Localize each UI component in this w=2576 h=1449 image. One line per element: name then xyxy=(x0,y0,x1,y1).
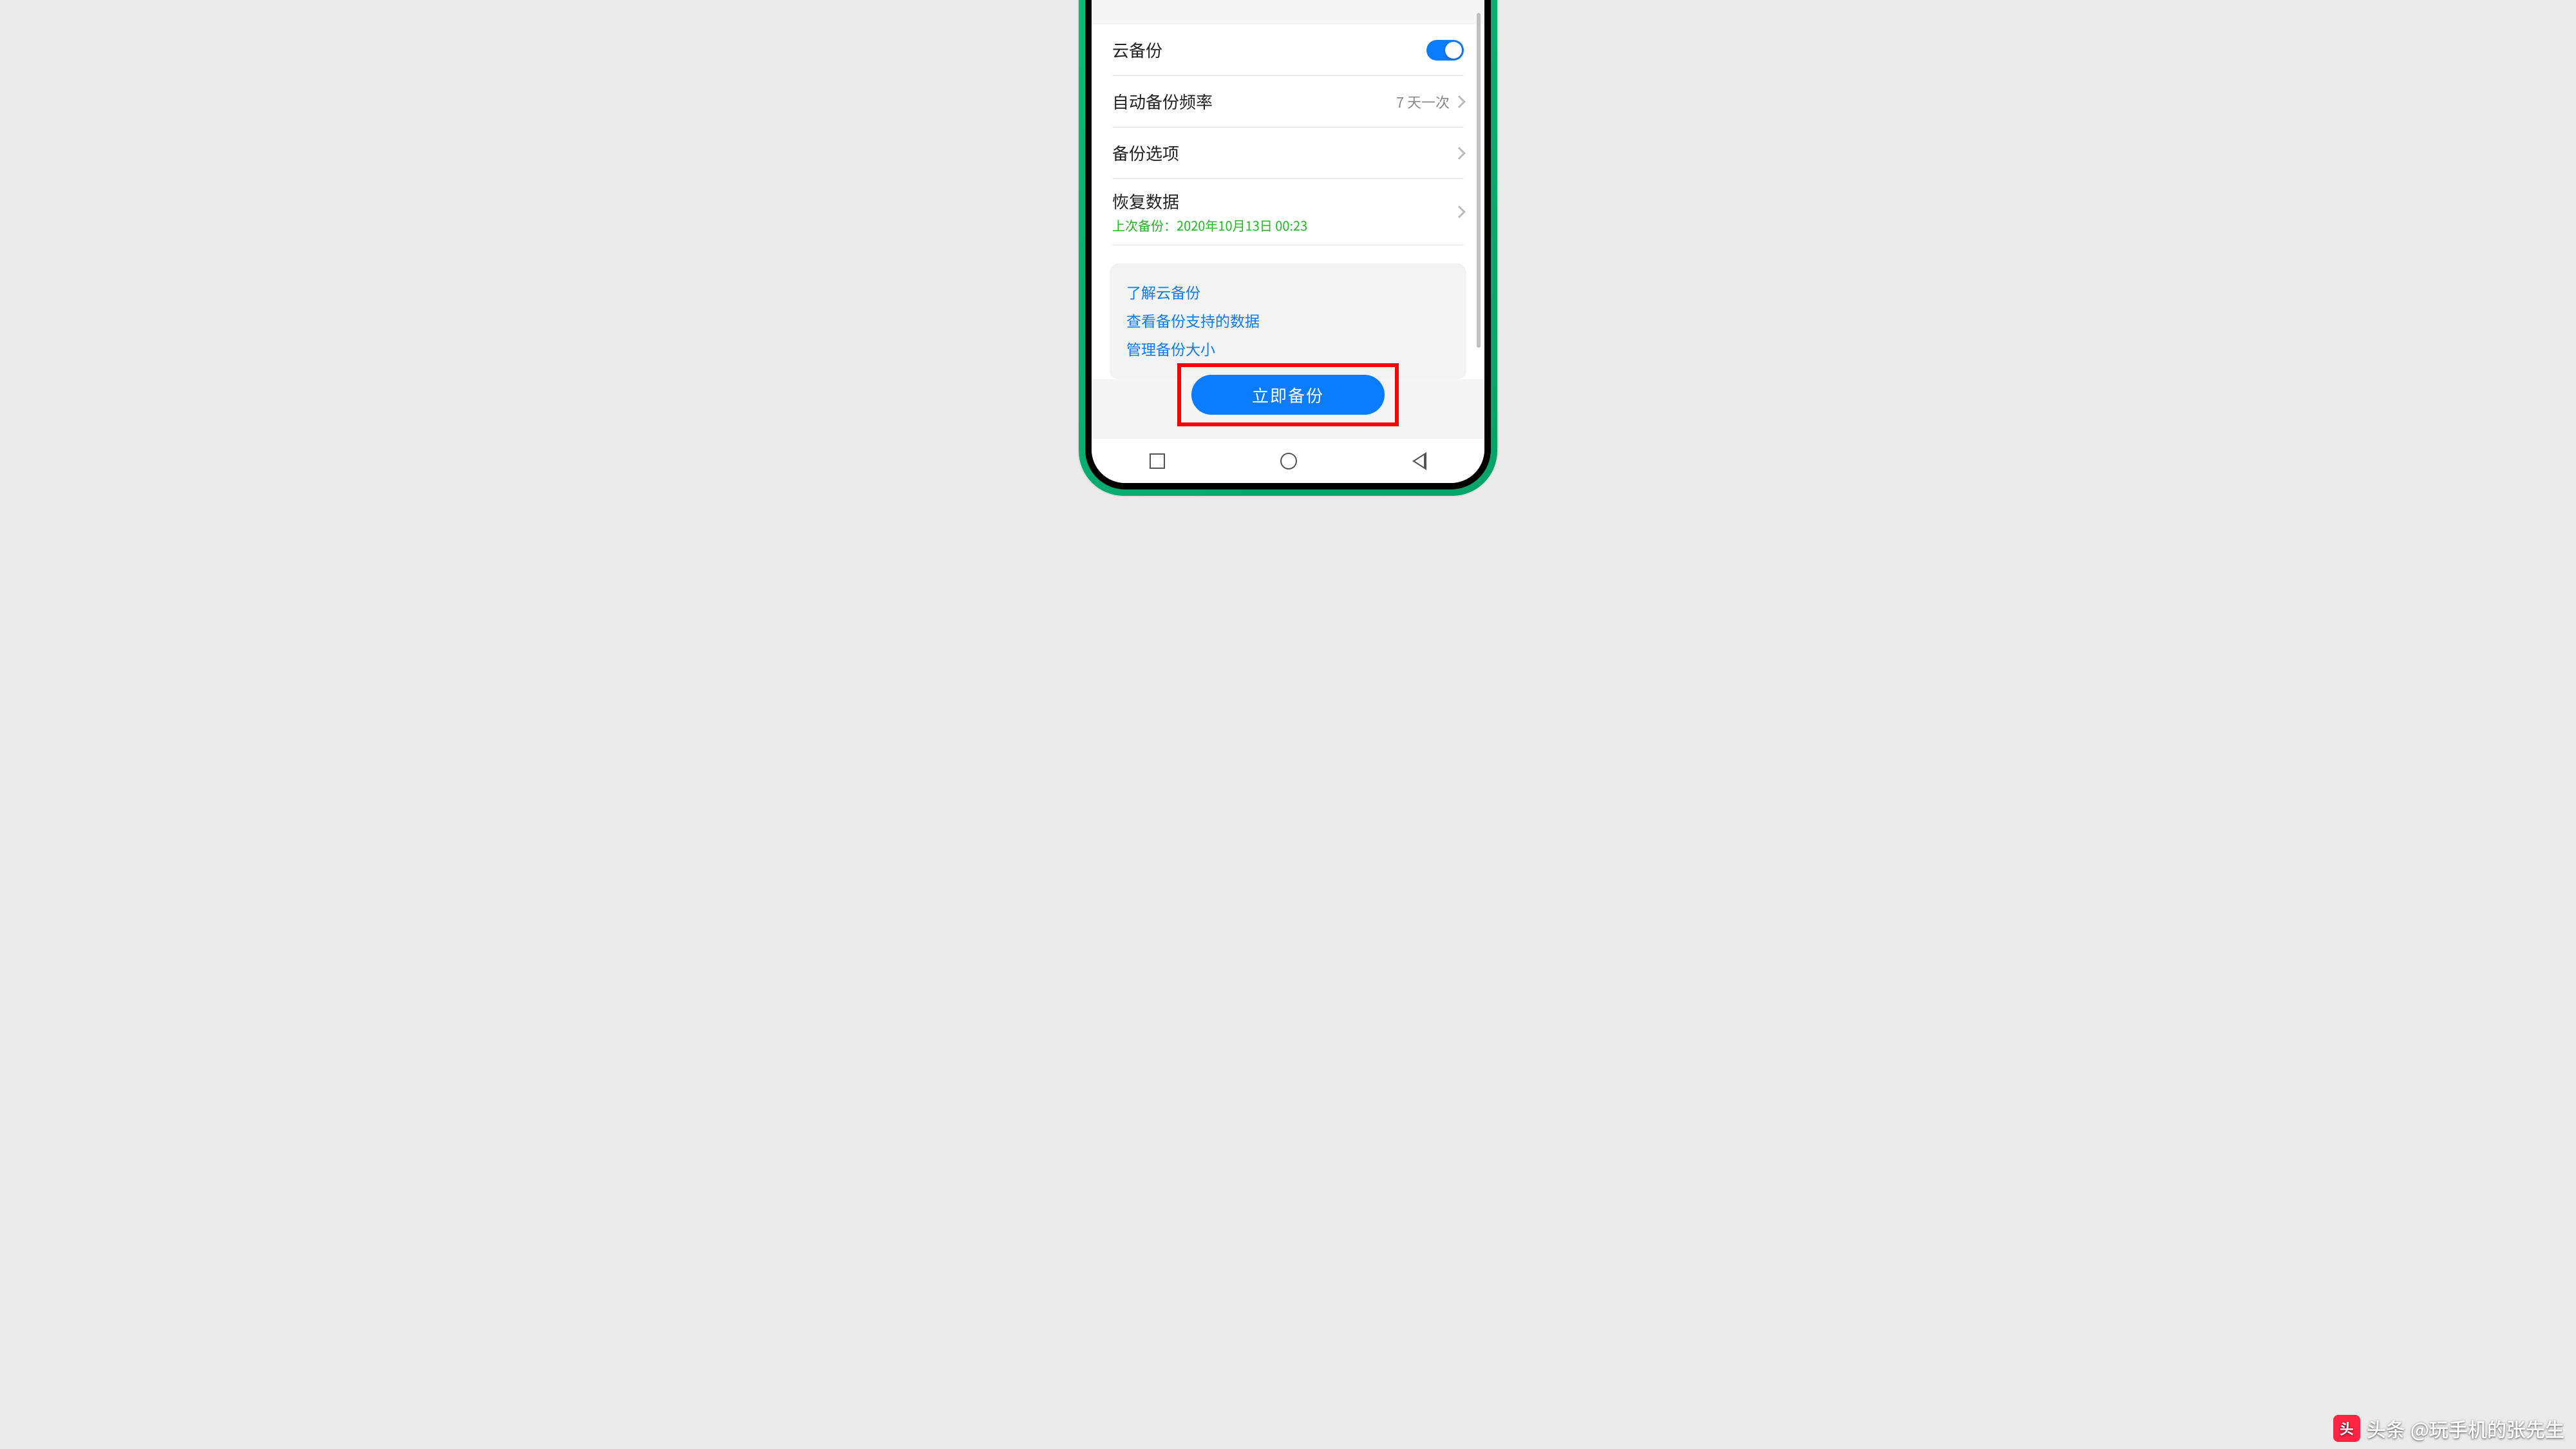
back-icon[interactable] xyxy=(1412,452,1426,470)
link-supported-data[interactable]: 查看备份支持的数据 xyxy=(1126,306,1450,334)
row-backup-options[interactable]: 备份选项 xyxy=(1112,128,1464,179)
row-restore-label: 恢复数据 xyxy=(1112,189,1307,213)
home-icon[interactable] xyxy=(1280,453,1297,469)
row-cloud-backup[interactable]: 云备份 xyxy=(1112,24,1464,76)
chevron-right-icon xyxy=(1453,147,1466,160)
chevron-right-icon xyxy=(1453,205,1466,218)
watermark-brand: 头条 xyxy=(2367,1414,2405,1443)
phone-frame: 云备份 自动备份频率 7 天一次 备份选项 xyxy=(1079,0,1497,496)
info-card: 了解云备份 查看备份支持的数据 管理备份大小 xyxy=(1110,263,1466,379)
chevron-right-icon xyxy=(1453,95,1466,108)
phone-screen: 云备份 自动备份频率 7 天一次 备份选项 xyxy=(1092,0,1484,483)
android-navbar xyxy=(1092,438,1484,483)
link-manage-backup-size[interactable]: 管理备份大小 xyxy=(1126,334,1450,363)
row-cloud-backup-label: 云备份 xyxy=(1112,38,1162,62)
row-restore-data[interactable]: 恢复数据 上次备份：2020年10月13日 00:23 xyxy=(1112,179,1464,245)
row-backup-options-label: 备份选项 xyxy=(1112,141,1179,165)
watermark-author: @玩手机的张先生 xyxy=(2410,1414,2564,1443)
scrollbar[interactable] xyxy=(1477,13,1481,348)
link-learn-cloud-backup[interactable]: 了解云备份 xyxy=(1126,278,1450,306)
phone-bezel: 云备份 自动备份频率 7 天一次 备份选项 xyxy=(1085,0,1491,489)
recent-apps-icon[interactable] xyxy=(1150,453,1165,469)
toggle-cloud-backup[interactable] xyxy=(1426,40,1464,61)
watermark-logo-icon: 头 xyxy=(2333,1415,2360,1442)
row-auto-frequency-label: 自动备份频率 xyxy=(1112,90,1213,113)
panel-top-gap xyxy=(1092,6,1484,24)
highlight-box: 立即备份 xyxy=(1177,363,1399,426)
row-restore-last-backup: 上次备份：2020年10月13日 00:23 xyxy=(1112,216,1307,234)
backup-now-button[interactable]: 立即备份 xyxy=(1191,375,1385,415)
row-auto-frequency[interactable]: 自动备份频率 7 天一次 xyxy=(1112,76,1464,128)
row-restore-col: 恢复数据 上次备份：2020年10月13日 00:23 xyxy=(1112,189,1307,234)
row-auto-frequency-value: 7 天一次 xyxy=(1396,91,1450,112)
watermark: 头 头条 @玩手机的张先生 xyxy=(2333,1414,2564,1443)
settings-panel: 云备份 自动备份频率 7 天一次 备份选项 xyxy=(1092,6,1484,379)
